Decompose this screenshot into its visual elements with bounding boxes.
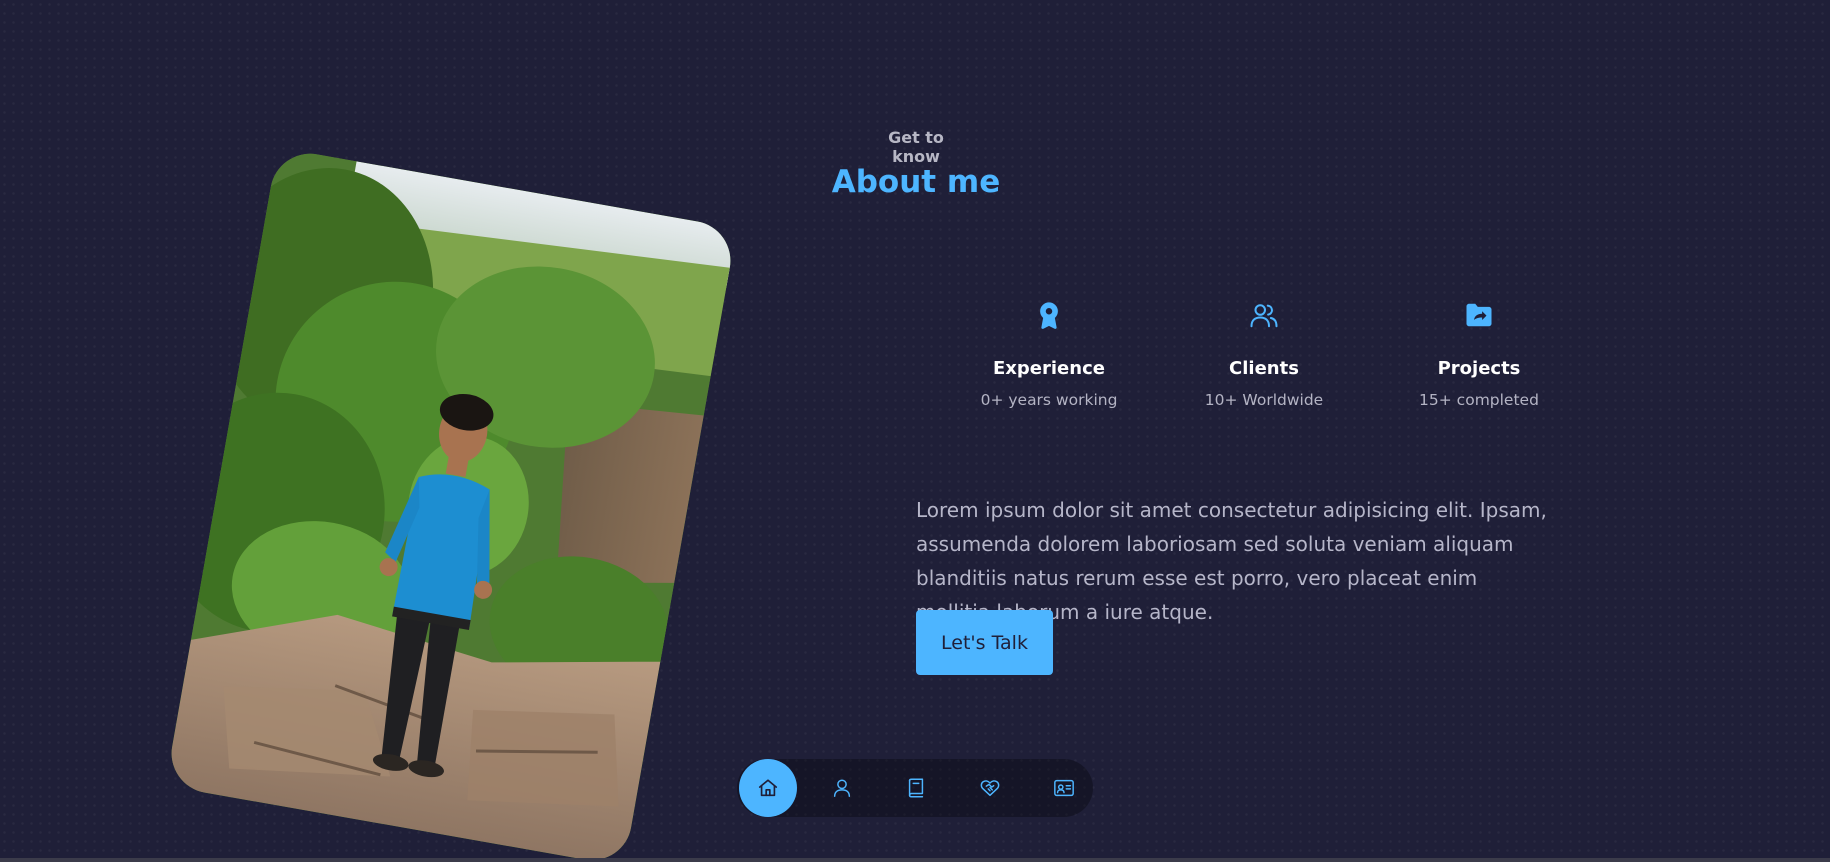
users-icon bbox=[1250, 304, 1278, 328]
section-eyebrow: Get to know bbox=[888, 128, 944, 166]
projects-card: Projects 15+ completed bbox=[1379, 300, 1579, 409]
folder-icon bbox=[1466, 303, 1492, 327]
bottom-nav bbox=[737, 759, 1093, 817]
nav-item-home[interactable] bbox=[739, 759, 797, 817]
handshake-icon bbox=[980, 780, 1000, 797]
nav-item-about[interactable] bbox=[813, 759, 871, 817]
card-title: Clients bbox=[1229, 358, 1299, 379]
about-description: Lorem ipsum dolor sit amet consectetur a… bbox=[916, 498, 1547, 624]
section-title: About me bbox=[831, 164, 1001, 200]
experience-card: Experience 0+ years working bbox=[949, 300, 1149, 409]
card-title: Projects bbox=[1437, 358, 1521, 379]
lets-talk-button[interactable]: Let's Talk bbox=[916, 610, 1053, 675]
card-subtitle: 10+ Worldwide bbox=[1204, 391, 1324, 409]
nav-item-services[interactable] bbox=[961, 759, 1019, 817]
card-title: Experience bbox=[993, 358, 1105, 379]
nav-item-contact[interactable] bbox=[1035, 759, 1093, 817]
clients-card: Clients 10+ Worldwide bbox=[1164, 300, 1364, 409]
about-section: Get to know About me Experience 0+ years… bbox=[0, 0, 1830, 862]
bottom-divider bbox=[0, 858, 1830, 862]
card-subtitle: 15+ completed bbox=[1419, 391, 1539, 409]
award-icon bbox=[1040, 302, 1058, 329]
user-icon bbox=[833, 779, 851, 797]
book-icon bbox=[908, 778, 924, 798]
contact-card-icon bbox=[1054, 779, 1074, 797]
home-icon bbox=[758, 779, 778, 797]
profile-photo bbox=[165, 147, 737, 862]
card-subtitle: 0+ years working bbox=[980, 391, 1118, 409]
nav-item-experience[interactable] bbox=[887, 759, 945, 817]
